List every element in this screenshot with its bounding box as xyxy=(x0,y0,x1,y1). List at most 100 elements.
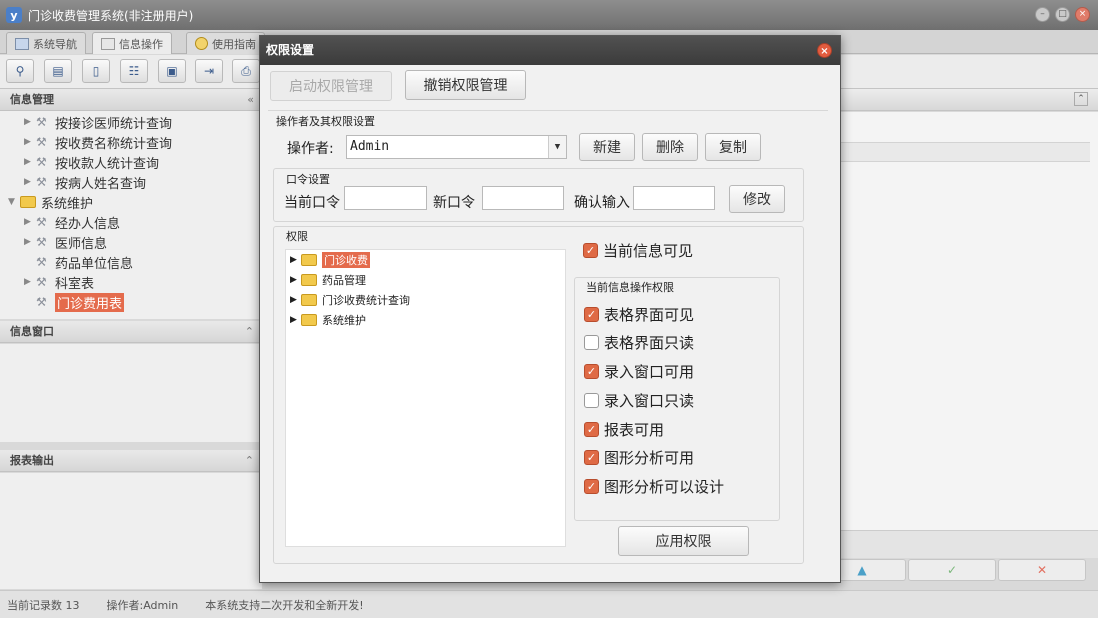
dialog-title-bar: 权限设置 × xyxy=(260,36,840,65)
cancel-button[interactable]: ✕ xyxy=(998,559,1086,581)
export-icon[interactable]: ⇥ xyxy=(195,59,223,83)
maximize-button[interactable]: □ xyxy=(1055,7,1070,22)
tree-item-selected[interactable]: ⚒ 门诊费用表 xyxy=(36,292,125,312)
op-checkbox[interactable]: ✓ xyxy=(584,422,599,437)
apply-permission-button[interactable]: 应用权限 xyxy=(618,526,749,556)
copy-operator-button[interactable]: 复制 xyxy=(705,133,761,161)
tree-item[interactable]: ▶ ⚒ 按接诊医师统计查询 xyxy=(24,112,172,132)
tree-item-label: 门诊收费统计查询 xyxy=(322,294,410,307)
collapse-arrow-icon[interactable]: ▼ xyxy=(8,197,20,207)
current-password-input[interactable] xyxy=(344,186,427,210)
op-checkbox-row[interactable]: ✓ 录入窗口可用 xyxy=(584,361,694,382)
op-checkbox-row[interactable]: ✓ 图形分析可用 xyxy=(584,447,694,468)
permission-tree: ▶ 门诊收费 ▶ 药品管理 ▶ 门诊收费统计查询 ▶ 系统维护 xyxy=(285,249,566,547)
permission-tree-item[interactable]: ▶ 系统维护 xyxy=(290,311,366,329)
op-checkbox-row[interactable]: 表格界面只读 xyxy=(584,332,694,353)
op-checkbox[interactable]: ✓ xyxy=(584,364,599,379)
tree-item-label: 门诊费用表 xyxy=(55,292,125,312)
folder-icon xyxy=(20,196,36,208)
tree-item[interactable]: ▶ ⚒ 按收费名称统计查询 xyxy=(24,132,172,152)
dialog-close-button[interactable]: × xyxy=(817,43,832,58)
collapse-icon[interactable]: « xyxy=(247,89,254,111)
tree-item-label: 药品管理 xyxy=(322,274,366,287)
expand-arrow-icon[interactable]: ▶ xyxy=(290,295,301,305)
confirm-password-input[interactable] xyxy=(633,186,715,210)
op-checkbox-row[interactable]: ✓ 报表可用 xyxy=(584,419,664,440)
expand-arrow-icon[interactable]: ▶ xyxy=(290,255,301,265)
expand-arrow-icon[interactable]: ▶ xyxy=(24,117,36,127)
tree-item[interactable]: ▶ ⚒ 医师信息 xyxy=(24,232,107,252)
tree-item-label: 医师信息 xyxy=(55,236,108,252)
permission-tree-item[interactable]: ▶ 门诊收费 xyxy=(290,251,370,269)
tree-item[interactable]: ▼ 系统维护 xyxy=(8,192,93,212)
current-operator: 操作者:Admin xyxy=(106,598,179,612)
permission-tree-item[interactable]: ▶ 药品管理 xyxy=(290,271,366,289)
tree-item-label: 门诊收费 xyxy=(322,252,370,268)
info-window-header: 信息窗口 ⌃ xyxy=(0,321,262,343)
grid-icon xyxy=(101,37,115,50)
folder-icon xyxy=(301,274,317,286)
expand-arrow-icon[interactable]: ▶ xyxy=(290,275,301,285)
panel-title: 信息窗口 xyxy=(10,325,54,338)
monitor-icon xyxy=(15,37,29,50)
new-password-input[interactable] xyxy=(482,186,564,210)
op-checkbox[interactable] xyxy=(584,393,599,408)
tree-item[interactable]: ▶ ⚒ 经办人信息 xyxy=(24,212,120,232)
tree-item[interactable]: ▶ ⚒ 按病人姓名查询 xyxy=(24,172,146,192)
op-checkbox[interactable] xyxy=(584,335,599,350)
print-icon[interactable]: ⎙ xyxy=(232,59,260,83)
permission-tree-item[interactable]: ▶ 门诊收费统计查询 xyxy=(290,291,410,309)
expand-arrow-icon[interactable]: ▶ xyxy=(24,217,36,227)
expand-arrow-icon[interactable]: ▶ xyxy=(24,157,36,167)
search-icon[interactable]: ⚲ xyxy=(6,59,34,83)
tree-item[interactable]: ▶ ⚒ 按收款人统计查询 xyxy=(24,152,159,172)
op-checkbox-row[interactable]: 录入窗口只读 xyxy=(584,390,694,411)
visible-checkbox-row[interactable]: ✓ 当前信息可见 xyxy=(583,240,693,261)
new-operator-button[interactable]: 新建 xyxy=(579,133,635,161)
tab-user-guide[interactable]: 使用指南 xyxy=(186,32,265,54)
chevron-down-icon[interactable]: ▼ xyxy=(548,136,566,158)
expand-arrow-icon[interactable]: ▶ xyxy=(24,177,36,187)
modify-password-button[interactable]: 修改 xyxy=(729,185,785,213)
operator-select[interactable]: Admin ▼ xyxy=(346,135,567,159)
permission-section-label: 权限 xyxy=(286,230,308,243)
start-permission-button[interactable]: 启动权限管理 xyxy=(270,71,392,101)
expand-arrow-icon[interactable]: ▶ xyxy=(24,277,36,287)
collapse-icon[interactable]: ⌃ xyxy=(245,321,254,343)
new-password-label: 新口令 xyxy=(433,195,475,211)
op-checkbox[interactable]: ✓ xyxy=(584,450,599,465)
monitor-icon[interactable]: ▣ xyxy=(158,59,186,83)
close-window-button[interactable]: × xyxy=(1075,7,1090,22)
main-content-area xyxy=(840,112,1098,557)
password-section-label: 口令设置 xyxy=(286,173,330,186)
tool-icon: ⚒ xyxy=(36,215,47,229)
tree-item[interactable]: ⚒ 药品单位信息 xyxy=(36,252,133,272)
confirm-button[interactable]: ✓ xyxy=(908,559,996,581)
delete-operator-button[interactable]: 删除 xyxy=(642,133,698,161)
collapse-icon[interactable]: ⌃ xyxy=(245,450,254,472)
tab-system-nav[interactable]: 系统导航 xyxy=(6,32,86,54)
revoke-permission-button[interactable]: 撤销权限管理 xyxy=(405,70,526,100)
op-checkbox-row[interactable]: ✓ 图形分析可以设计 xyxy=(584,476,724,497)
expand-arrow-icon[interactable]: ▶ xyxy=(24,237,36,247)
users-icon[interactable]: ☷ xyxy=(120,59,148,83)
divider xyxy=(268,110,828,111)
minimize-button[interactable]: – xyxy=(1035,7,1050,22)
tab-label: 信息操作 xyxy=(119,37,163,51)
op-checkbox-row[interactable]: ✓ 表格界面可见 xyxy=(584,304,694,325)
document-icon[interactable]: ▯ xyxy=(82,59,110,83)
tab-info-operation[interactable]: 信息操作 xyxy=(92,32,172,54)
visible-checkbox[interactable]: ✓ xyxy=(583,243,598,258)
tool-icon: ⚒ xyxy=(36,175,47,189)
table-view-icon[interactable]: ▤ xyxy=(44,59,72,83)
collapse-icon[interactable]: ⌃ xyxy=(1074,92,1088,106)
op-checkbox[interactable]: ✓ xyxy=(584,307,599,322)
tree-item[interactable]: ▶ ⚒ 科室表 xyxy=(24,272,94,292)
op-checkbox[interactable]: ✓ xyxy=(584,479,599,494)
tree-item-label: 按收费名称统计查询 xyxy=(55,136,173,152)
expand-arrow-icon[interactable]: ▶ xyxy=(290,315,301,325)
operator-label: 操作者: xyxy=(287,141,334,157)
tree-item-label: 按收款人统计查询 xyxy=(55,156,160,172)
expand-arrow-icon[interactable]: ▶ xyxy=(24,137,36,147)
operator-select-value: Admin xyxy=(350,139,390,154)
